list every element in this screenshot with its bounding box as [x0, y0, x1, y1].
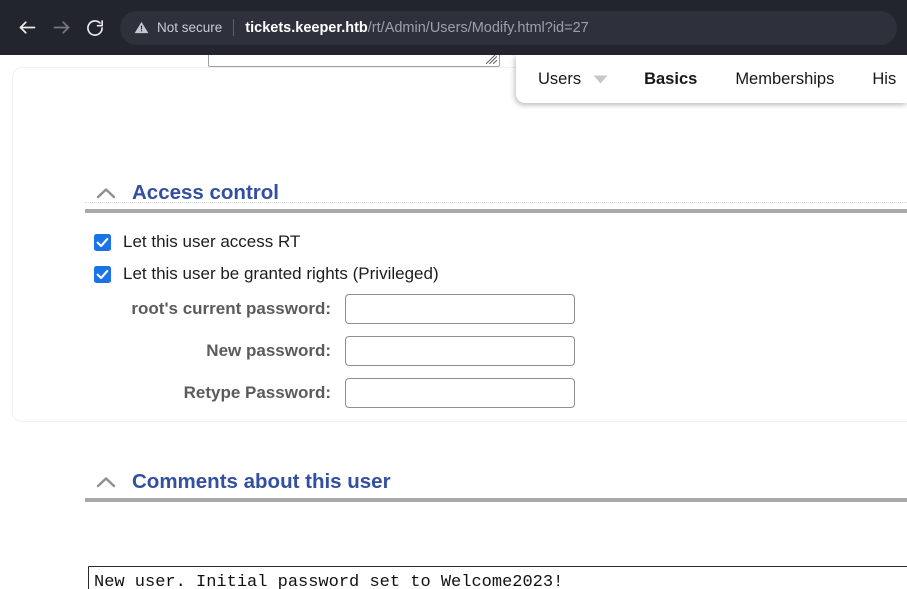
url-text[interactable]: tickets.keeper.htb/rt/Admin/Users/Modify…	[245, 20, 588, 36]
security-status-label: Not secure	[157, 20, 223, 35]
url-host: tickets.keeper.htb	[245, 19, 368, 36]
reload-button[interactable]	[78, 11, 112, 45]
nav-tab-history[interactable]: His	[872, 70, 896, 89]
nav-tab-basics[interactable]: Basics	[644, 70, 697, 89]
check-icon	[96, 237, 109, 247]
label-new-password: New password:	[206, 341, 331, 360]
forward-button[interactable]	[44, 11, 78, 45]
nav-tab-users[interactable]: Users	[538, 70, 581, 89]
field-row-current-password: root's current password:	[0, 294, 575, 324]
check-icon	[96, 269, 109, 279]
nav-tab-memberships[interactable]: Memberships	[735, 70, 834, 89]
page-viewport: Users Basics Memberships His Access cont…	[0, 55, 907, 589]
label-retype-password: Retype Password:	[183, 383, 331, 402]
access-control-rule	[85, 209, 907, 213]
upper-textarea[interactable]	[208, 55, 500, 67]
access-control-dotted-rule	[85, 202, 907, 203]
checkbox-row-privileged[interactable]: Let this user be granted rights (Privile…	[94, 264, 439, 284]
checkbox-label-access-rt[interactable]: Let this user access RT	[123, 232, 300, 252]
comments-title: Comments about this user	[132, 470, 391, 493]
input-new-password[interactable]	[345, 336, 575, 366]
chevron-up-icon[interactable]	[96, 187, 116, 199]
browser-toolbar: Not secure tickets.keeper.htb/rt/Admin/U…	[0, 0, 907, 55]
chevron-down-icon[interactable]	[593, 75, 608, 84]
checkbox-privileged[interactable]	[94, 265, 111, 283]
back-button[interactable]	[10, 11, 44, 45]
label-current-password: root's current password:	[131, 299, 331, 318]
page-nav-panel: Users Basics Memberships His	[516, 55, 907, 103]
comments-header[interactable]: Comments about this user	[96, 470, 391, 494]
resize-grip-icon[interactable]	[485, 55, 498, 65]
url-path: /rt/Admin/Users/Modify.html?id=27	[367, 19, 589, 36]
checkbox-row-access-rt[interactable]: Let this user access RT	[94, 232, 300, 252]
input-current-password[interactable]	[345, 294, 575, 324]
omnibox-separator	[233, 19, 235, 36]
field-row-retype-password: Retype Password:	[0, 378, 575, 408]
warning-triangle-icon[interactable]	[134, 20, 149, 35]
address-bar[interactable]: Not secure tickets.keeper.htb/rt/Admin/U…	[120, 10, 897, 45]
comments-rule	[85, 498, 907, 502]
chevron-up-icon[interactable]	[96, 476, 116, 488]
checkbox-label-privileged[interactable]: Let this user be granted rights (Privile…	[123, 264, 439, 284]
input-retype-password[interactable]	[345, 378, 575, 408]
field-row-new-password: New password:	[0, 336, 575, 366]
comments-textarea[interactable]: New user. Initial password set to Welcom…	[88, 566, 907, 589]
checkbox-access-rt[interactable]	[94, 233, 111, 251]
